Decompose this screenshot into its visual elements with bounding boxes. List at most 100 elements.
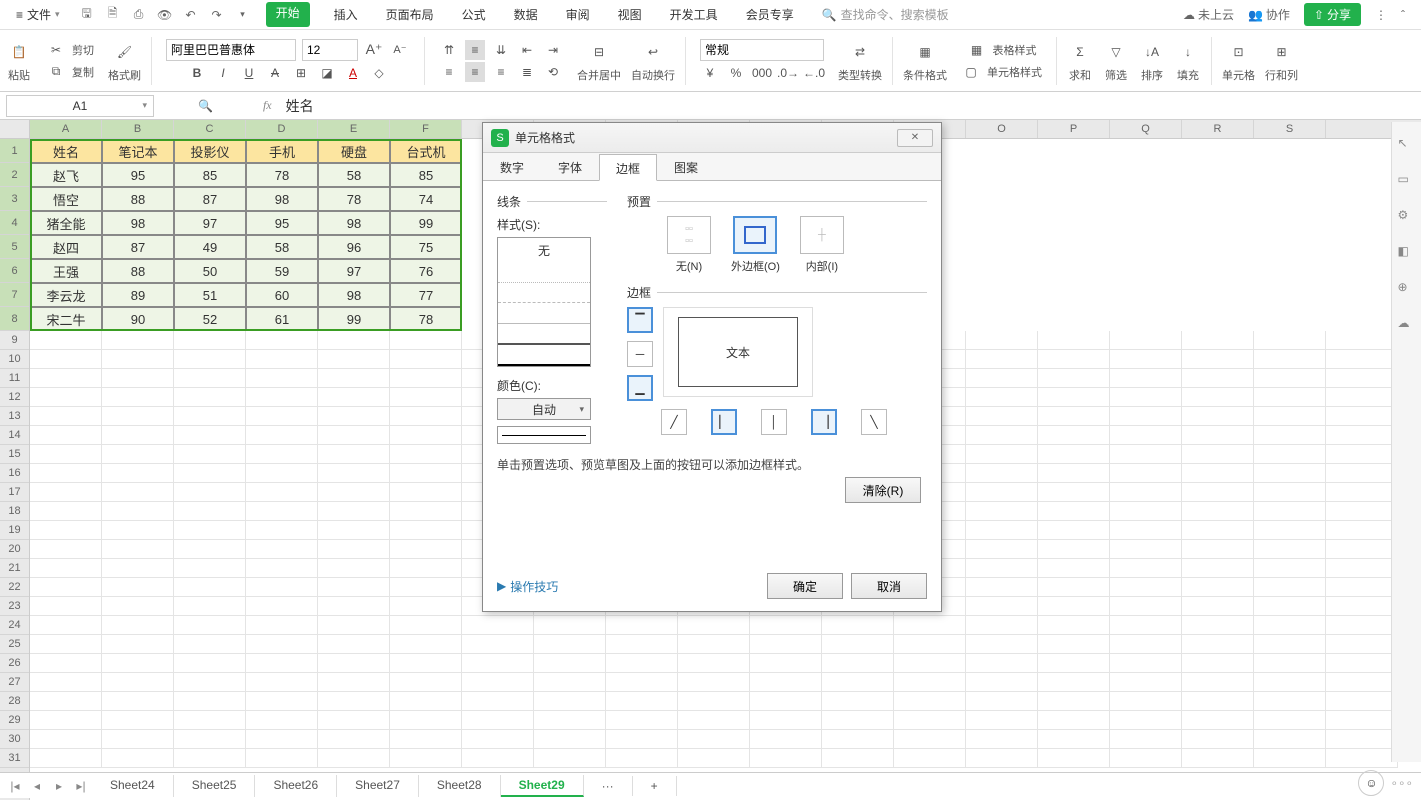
table-style-icon[interactable]: ▦ bbox=[967, 40, 987, 60]
cloud-icon[interactable]: ☁ bbox=[1398, 316, 1416, 334]
data-cell[interactable]: 60 bbox=[246, 283, 318, 307]
collab-button[interactable]: 👥协作 bbox=[1248, 6, 1290, 23]
data-cell[interactable]: 88 bbox=[102, 259, 174, 283]
save-icon[interactable]: 🖫 bbox=[78, 6, 96, 24]
empty-cell[interactable] bbox=[30, 578, 102, 597]
empty-cell[interactable] bbox=[966, 730, 1038, 749]
empty-cell[interactable] bbox=[318, 597, 390, 616]
empty-cell[interactable] bbox=[174, 578, 246, 597]
data-cell[interactable]: 78 bbox=[246, 163, 318, 187]
more-menu-icon[interactable]: ⋮ bbox=[1375, 8, 1387, 22]
empty-cell[interactable] bbox=[462, 730, 534, 749]
dialog-close-button[interactable]: ✕ bbox=[897, 129, 933, 147]
data-cell[interactable]: 87 bbox=[174, 187, 246, 211]
empty-cell[interactable] bbox=[462, 749, 534, 768]
empty-cell[interactable] bbox=[1254, 635, 1326, 654]
empty-cell[interactable] bbox=[750, 673, 822, 692]
row-header-26[interactable]: 26 bbox=[0, 654, 29, 673]
header-cell[interactable]: 姓名 bbox=[30, 139, 102, 163]
empty-cell[interactable] bbox=[246, 730, 318, 749]
empty-cell[interactable] bbox=[1182, 331, 1254, 350]
empty-cell[interactable] bbox=[30, 635, 102, 654]
table-style-label[interactable]: 表格样式 bbox=[993, 42, 1037, 58]
row-header-9[interactable]: 9 bbox=[0, 331, 29, 350]
empty-cell[interactable] bbox=[102, 483, 174, 502]
row-header-25[interactable]: 25 bbox=[0, 635, 29, 654]
empty-cell[interactable] bbox=[1038, 426, 1110, 445]
empty-cell[interactable] bbox=[1038, 654, 1110, 673]
empty-cell[interactable] bbox=[1254, 749, 1326, 768]
rowcol-group[interactable]: ⊞行和列 bbox=[1265, 39, 1298, 83]
empty-cell[interactable] bbox=[246, 635, 318, 654]
empty-cell[interactable] bbox=[102, 692, 174, 711]
empty-cell[interactable] bbox=[606, 730, 678, 749]
tab-insert[interactable]: 插入 bbox=[330, 2, 362, 27]
row-header-17[interactable]: 17 bbox=[0, 483, 29, 502]
empty-cell[interactable] bbox=[894, 692, 966, 711]
empty-cell[interactable] bbox=[1038, 540, 1110, 559]
empty-cell[interactable] bbox=[102, 635, 174, 654]
empty-cell[interactable] bbox=[534, 616, 606, 635]
formula-input[interactable]: 姓名 bbox=[280, 96, 1421, 116]
empty-cell[interactable] bbox=[390, 331, 462, 350]
empty-cell[interactable] bbox=[966, 616, 1038, 635]
empty-cell[interactable] bbox=[750, 749, 822, 768]
strike-icon[interactable]: A bbox=[265, 63, 285, 83]
share-button[interactable]: ⇧分享 bbox=[1304, 3, 1361, 26]
empty-cell[interactable] bbox=[174, 407, 246, 426]
row-header-23[interactable]: 23 bbox=[0, 597, 29, 616]
empty-cell[interactable] bbox=[1110, 388, 1182, 407]
empty-cell[interactable] bbox=[1182, 616, 1254, 635]
bold-icon[interactable]: B bbox=[187, 63, 207, 83]
empty-cell[interactable] bbox=[174, 540, 246, 559]
ok-button[interactable]: 确定 bbox=[767, 573, 843, 599]
empty-cell[interactable] bbox=[1254, 578, 1326, 597]
empty-cell[interactable] bbox=[678, 635, 750, 654]
empty-cell[interactable] bbox=[1110, 483, 1182, 502]
empty-cell[interactable] bbox=[1326, 635, 1398, 654]
empty-cell[interactable] bbox=[1038, 464, 1110, 483]
empty-cell[interactable] bbox=[30, 464, 102, 483]
empty-cell[interactable] bbox=[966, 369, 1038, 388]
empty-cell[interactable] bbox=[30, 369, 102, 388]
tab-more[interactable]: ··· bbox=[584, 776, 633, 796]
cell-style-label[interactable]: 单元格样式 bbox=[987, 64, 1042, 80]
empty-cell[interactable] bbox=[678, 749, 750, 768]
empty-cell[interactable] bbox=[318, 749, 390, 768]
empty-cell[interactable] bbox=[894, 673, 966, 692]
data-cell[interactable]: 78 bbox=[390, 307, 462, 331]
empty-cell[interactable] bbox=[750, 635, 822, 654]
empty-cell[interactable] bbox=[246, 369, 318, 388]
data-cell[interactable]: 75 bbox=[390, 235, 462, 259]
empty-cell[interactable] bbox=[1110, 654, 1182, 673]
empty-cell[interactable] bbox=[1254, 692, 1326, 711]
empty-cell[interactable] bbox=[1038, 711, 1110, 730]
empty-cell[interactable] bbox=[966, 445, 1038, 464]
empty-cell[interactable] bbox=[246, 426, 318, 445]
zoom-icon[interactable]: 🔍 bbox=[198, 99, 213, 113]
align-right-icon[interactable]: ≡ bbox=[491, 62, 511, 82]
data-cell[interactable]: 99 bbox=[390, 211, 462, 235]
data-cell[interactable]: 96 bbox=[318, 235, 390, 259]
header-cell[interactable]: 手机 bbox=[246, 139, 318, 163]
empty-cell[interactable] bbox=[1326, 654, 1398, 673]
empty-cell[interactable] bbox=[1182, 483, 1254, 502]
empty-cell[interactable] bbox=[102, 540, 174, 559]
empty-cell[interactable] bbox=[1254, 483, 1326, 502]
empty-cell[interactable] bbox=[1254, 597, 1326, 616]
empty-cell[interactable] bbox=[966, 749, 1038, 768]
data-cell[interactable]: 98 bbox=[246, 187, 318, 211]
empty-cell[interactable] bbox=[174, 730, 246, 749]
empty-cell[interactable] bbox=[318, 578, 390, 597]
empty-cell[interactable] bbox=[1038, 521, 1110, 540]
empty-cell[interactable] bbox=[1182, 635, 1254, 654]
data-cell[interactable]: 61 bbox=[246, 307, 318, 331]
empty-cell[interactable] bbox=[318, 521, 390, 540]
empty-cell[interactable] bbox=[606, 616, 678, 635]
empty-cell[interactable] bbox=[1326, 464, 1398, 483]
empty-cell[interactable] bbox=[966, 578, 1038, 597]
row-header-8[interactable]: 8 bbox=[0, 307, 29, 331]
empty-cell[interactable] bbox=[606, 635, 678, 654]
empty-cell[interactable] bbox=[1038, 749, 1110, 768]
dec-decimal-icon[interactable]: ←.0 bbox=[804, 63, 824, 83]
